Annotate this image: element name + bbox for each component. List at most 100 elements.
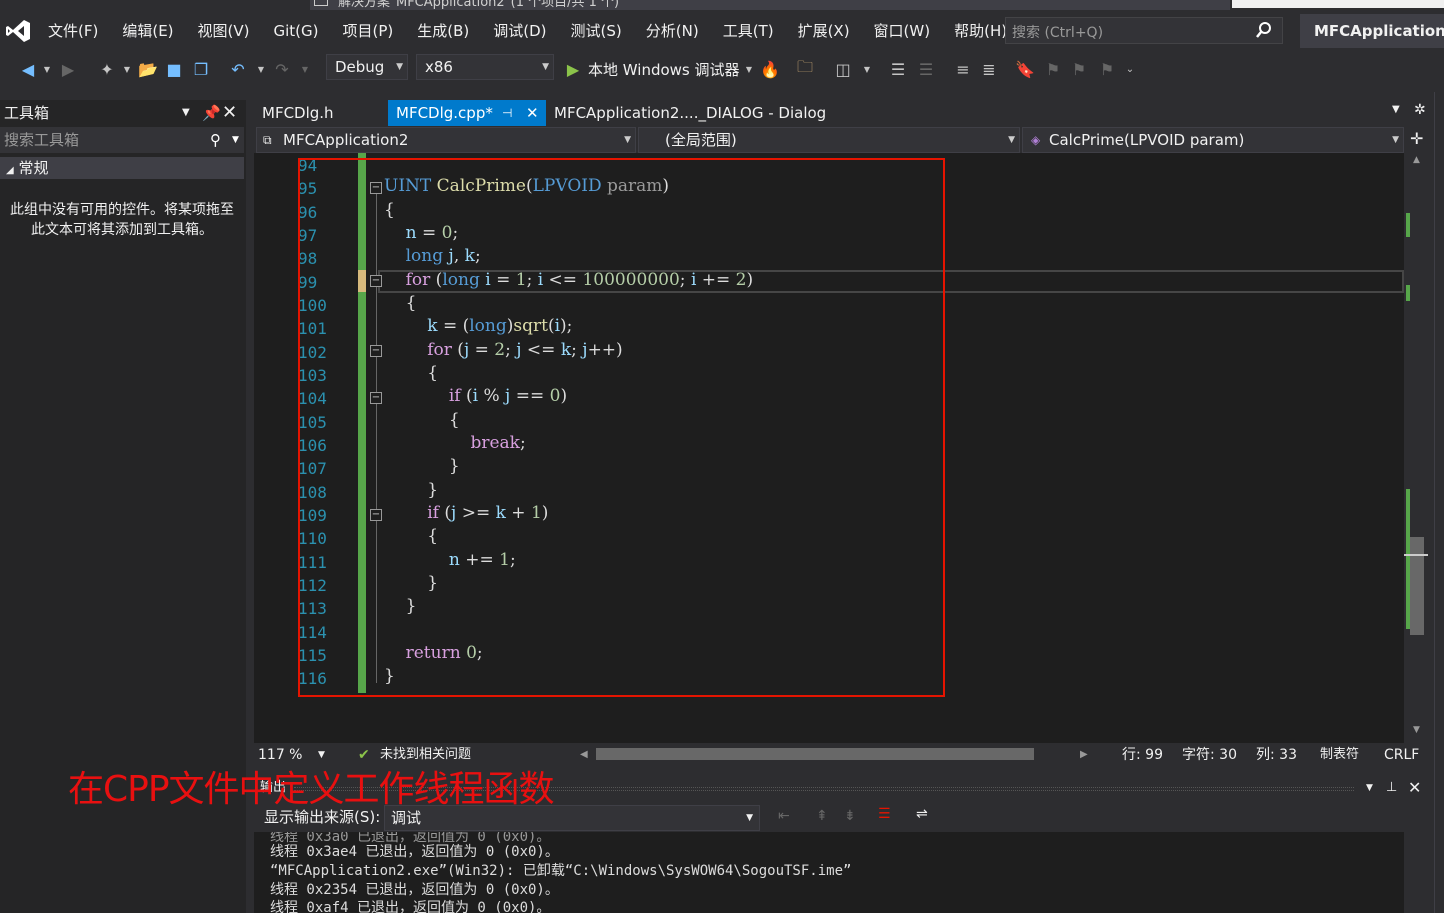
clear-bookmarks-icon[interactable]: ⚑ — [1098, 58, 1116, 80]
find-in-files-icon[interactable]: 🗀 — [794, 57, 816, 80]
toolbox-header: 工具箱 ▼ 📌 ✕ — [0, 101, 246, 125]
output-line: 线程 0x3ae4 已退出，返回值为 0 (0x0)。 — [270, 844, 559, 860]
word-wrap-icon[interactable]: ⇌ — [916, 806, 928, 822]
project-select[interactable]: ⧉ MFCApplication2 ▼ — [256, 127, 636, 153]
menu-test[interactable]: 测试(S) — [559, 20, 634, 42]
member-select-value: CalcPrime(LPVOID param) — [1049, 131, 1245, 149]
pin-icon[interactable]: ⊣ — [502, 100, 512, 126]
toolbar-overflow-icon[interactable]: ⌄ — [1124, 58, 1136, 80]
next-bookmark-icon[interactable]: ⚑ — [1070, 58, 1088, 80]
scope-select[interactable]: (全局范围) ▼ — [638, 127, 1020, 153]
close-icon[interactable]: ✕ — [1408, 777, 1421, 799]
pin-icon[interactable]: ⊥ — [1386, 777, 1397, 799]
scroll-thumb[interactable] — [1410, 537, 1424, 635]
back-dropdown-icon[interactable]: ▼ — [42, 58, 52, 80]
outdent-icon[interactable]: ☰ — [916, 58, 936, 80]
eol-indicator[interactable]: CRLF — [1384, 743, 1419, 767]
output-text-area[interactable]: 线程 0x3a0 已退出，返回值为 0 (0x0)。 线程 0x3ae4 已退出… — [254, 832, 1404, 913]
menu-extensions[interactable]: 扩展(X) — [786, 20, 862, 42]
close-icon[interactable]: ✕ — [526, 100, 539, 126]
scroll-left-icon[interactable]: ◀ — [580, 743, 588, 767]
scroll-up-icon[interactable]: ▲ — [1413, 155, 1420, 165]
menu-debug[interactable]: 调试(D) — [481, 20, 558, 42]
project-icon: ⧉ — [263, 133, 272, 147]
close-icon[interactable]: ✕ — [222, 101, 237, 125]
scroll-right-icon[interactable]: ▶ — [1080, 743, 1088, 767]
redo-icon[interactable]: ↷ — [272, 58, 292, 80]
caret-position-marker — [1404, 554, 1428, 556]
pin-icon[interactable]: 📌 — [202, 101, 221, 125]
toolbox-group-general[interactable]: ◢ 常规 — [0, 157, 244, 179]
chevron-down-icon[interactable]: ▼ — [232, 127, 239, 153]
search-icon[interactable]: ⚲ — [210, 127, 221, 153]
solution-icon — [314, 0, 328, 6]
save-icon[interactable]: ■ — [164, 58, 184, 80]
menu-project[interactable]: 项目(P) — [331, 20, 406, 42]
member-select[interactable]: ◈ CalcPrime(LPVOID param) ▼ — [1022, 127, 1404, 153]
menu-file[interactable]: 文件(F) — [36, 20, 110, 42]
open-folder-icon[interactable]: 📂 — [138, 58, 158, 80]
uncomment-icon[interactable]: ≣ — [980, 58, 998, 80]
menu-view[interactable]: 视图(V) — [186, 20, 262, 42]
gear-icon[interactable]: ✲ — [1414, 102, 1426, 118]
toolbox-group-label: 常规 — [18, 159, 49, 177]
prev-message-icon[interactable]: ⇞ — [816, 808, 828, 824]
toolbar-more-icon[interactable]: ▼ — [862, 58, 872, 80]
menu-analyze[interactable]: 分析(N) — [634, 20, 711, 42]
menu-edit[interactable]: 编辑(E) — [110, 20, 185, 42]
bookmark-icon[interactable]: 🔖 — [1015, 58, 1035, 80]
toolbox-empty-message: 此组中没有可用的控件。将某项拖至此文本可将其添加到工具箱。 — [10, 202, 234, 238]
comment-icon[interactable]: ≡ — [954, 58, 972, 80]
search-input[interactable]: 搜索 (Ctrl+Q) — [1005, 17, 1283, 44]
menu-build[interactable]: 生成(B) — [405, 20, 481, 42]
menu-git[interactable]: Git(G) — [262, 20, 331, 42]
chevron-down-icon: ▼ — [624, 135, 631, 145]
visual-studio-logo-icon — [6, 20, 30, 42]
tab-dialog-resource[interactable]: MFCApplication2...._DIALOG - Dialog — [546, 100, 834, 126]
save-all-icon[interactable]: ❐ — [190, 58, 212, 80]
platform-select[interactable]: x86 ▼ — [416, 54, 554, 80]
back-icon[interactable]: ◀ — [18, 58, 38, 80]
navigation-bar: ⧉ MFCApplication2 ▼ (全局范围) ▼ ◈ CalcPrime… — [254, 127, 1434, 153]
hot-reload-icon[interactable]: 🔥 — [760, 58, 780, 80]
clear-all-icon[interactable]: ☰ — [878, 806, 891, 822]
chevron-down-icon: ▼ — [1392, 135, 1399, 145]
panel-dropdown-icon[interactable]: ▼ — [1366, 777, 1373, 799]
output-line: “MFCApplication2.exe”(Win32): 已卸载“C:\Win… — [270, 863, 852, 879]
new-project-icon[interactable]: ✦ — [96, 58, 118, 80]
title-corner — [1232, 0, 1444, 8]
vertical-scrollbar[interactable]: ▲ ▼ — [1404, 153, 1434, 743]
screenshot-icon[interactable]: ◫ — [832, 58, 854, 80]
undo-dropdown-icon[interactable]: ▼ — [256, 58, 266, 80]
chevron-down-icon: ▼ — [746, 813, 753, 823]
tab-mfcdlg-h[interactable]: MFCDlg.h — [254, 100, 342, 126]
search-icon[interactable] — [1256, 22, 1272, 38]
toolbox-dropdown-icon[interactable]: ▼ — [182, 101, 190, 125]
forward-icon[interactable]: ▶ — [58, 58, 78, 80]
window-title: 解决方案"MFCApplication2"(1 个项目/共 1 个) — [338, 0, 620, 10]
tabs-indicator[interactable]: 制表符 — [1320, 743, 1359, 767]
document-tab-bar: MFCDlg.h MFCDlg.cpp* ⊣ ✕ MFCApplication2… — [254, 100, 1434, 126]
indent-icon[interactable]: ☰ — [888, 58, 908, 80]
undo-icon[interactable]: ↶ — [228, 58, 248, 80]
configuration-select[interactable]: Debug ▼ — [326, 54, 408, 80]
menu-window[interactable]: 窗口(W) — [862, 20, 943, 42]
debugger-dropdown-icon[interactable]: ▼ — [744, 58, 754, 80]
menu-tools[interactable]: 工具(T) — [711, 20, 786, 42]
prev-bookmark-icon[interactable]: ⚑ — [1044, 58, 1062, 80]
tab-list-dropdown-icon[interactable]: ▼ — [1392, 104, 1400, 115]
new-dropdown-icon[interactable]: ▼ — [122, 58, 132, 80]
split-editor-icon[interactable]: ✛ — [1410, 129, 1423, 148]
find-message-icon[interactable]: ⇤ — [778, 808, 790, 824]
redo-dropdown-icon[interactable]: ▼ — [300, 58, 310, 80]
scroll-down-icon[interactable]: ▼ — [1413, 725, 1420, 735]
next-message-icon[interactable]: ⇟ — [844, 808, 856, 824]
right-dock-strip — [1434, 92, 1444, 913]
tab-mfcdlg-cpp[interactable]: MFCDlg.cpp* ⊣ ✕ — [388, 100, 546, 126]
code-editor[interactable]: 94 95 96 97 98 99 100 101 102 103 104 10… — [254, 153, 1404, 743]
chevron-down-icon: ▼ — [542, 62, 549, 72]
start-debug-icon[interactable]: ▶ — [564, 58, 582, 80]
start-debugger-button[interactable]: 本地 Windows 调试器 — [588, 58, 758, 80]
toolbox-search-input[interactable]: 搜索工具箱 ⚲ ▼ — [0, 127, 244, 153]
horizontal-scroll-thumb[interactable] — [596, 748, 1034, 760]
